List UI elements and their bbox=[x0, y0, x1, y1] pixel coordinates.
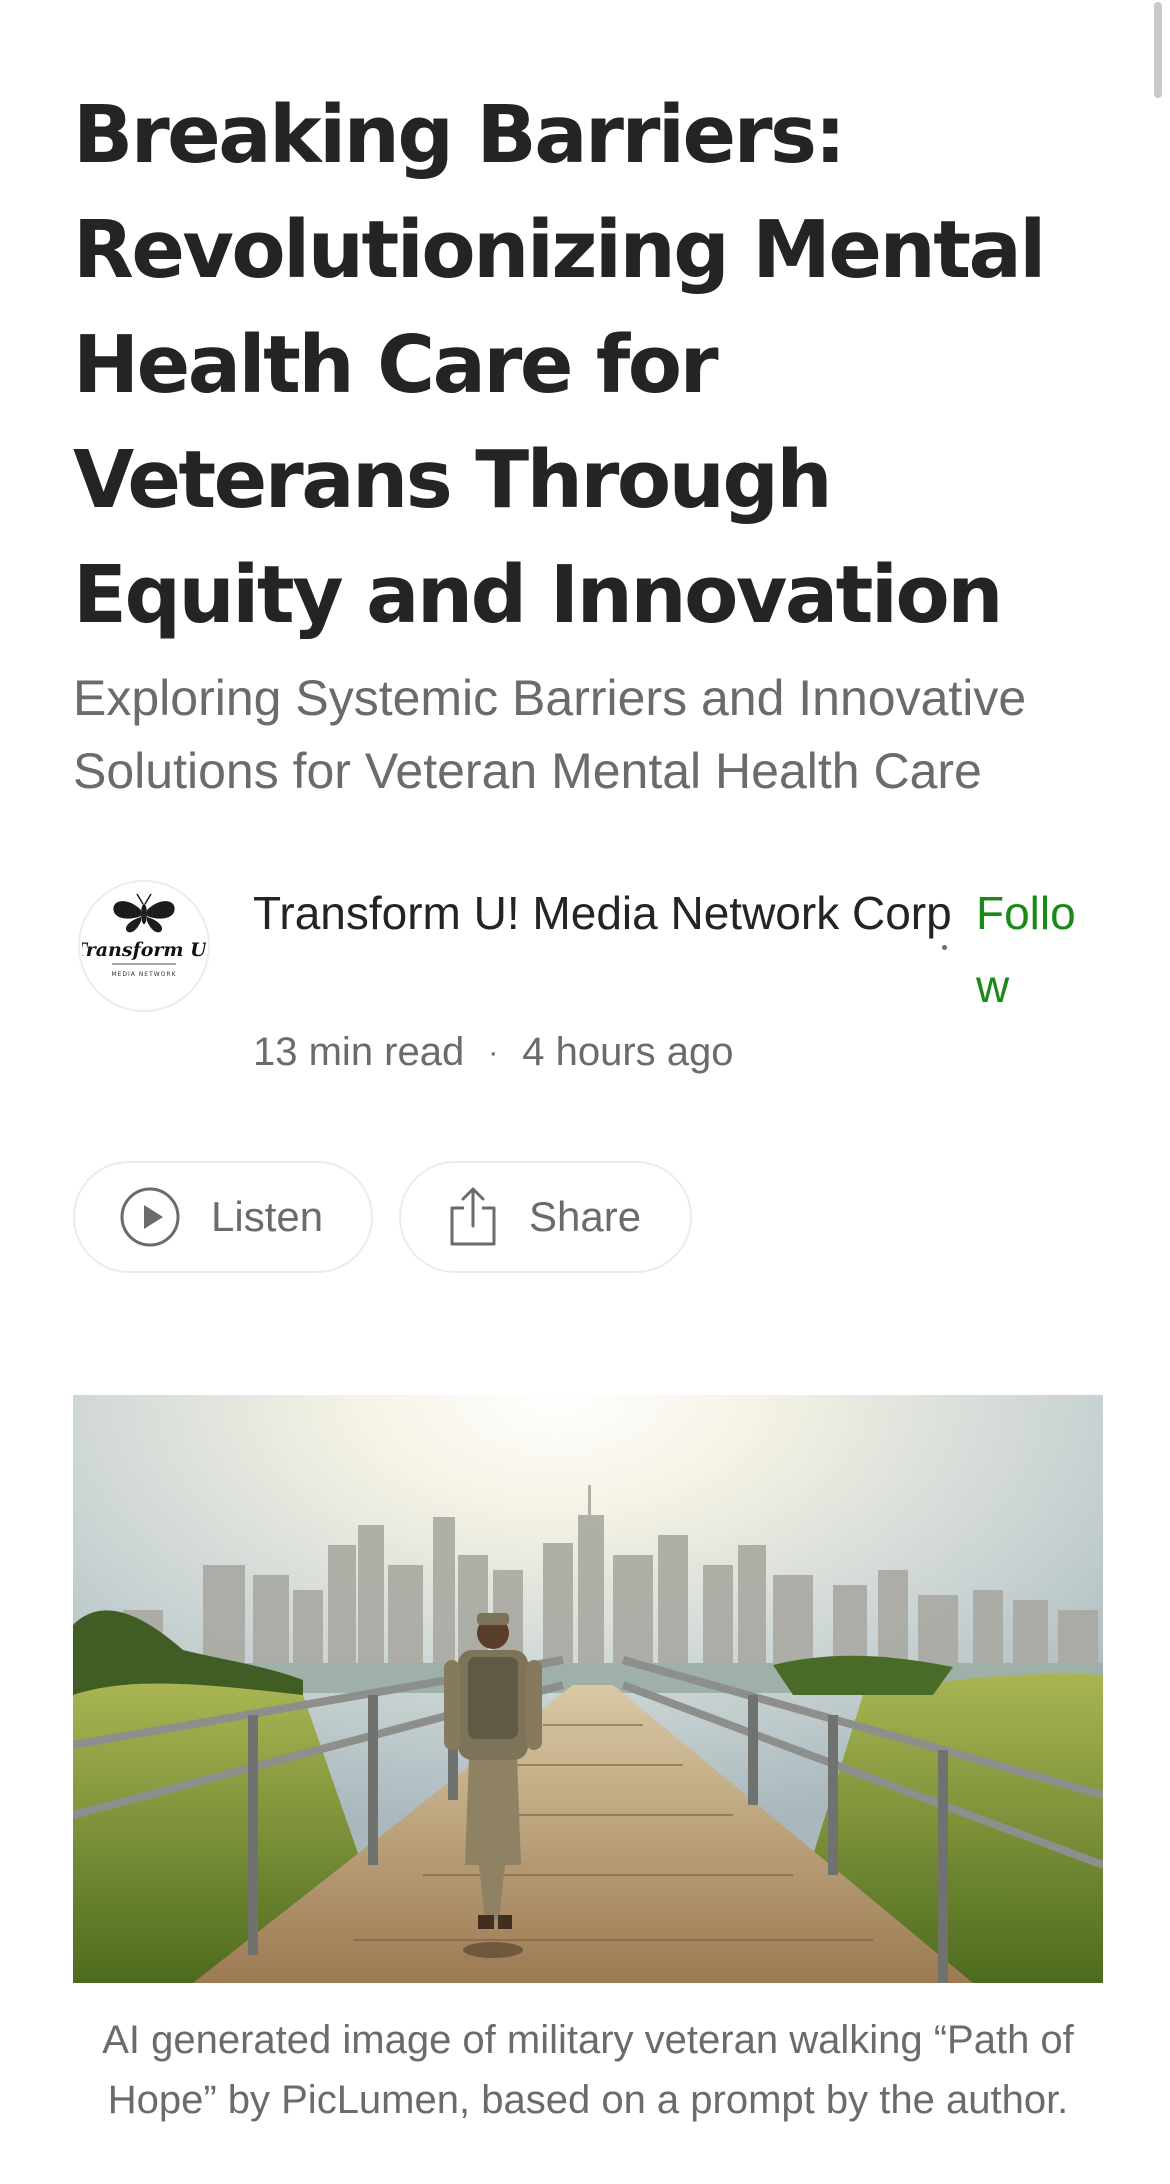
page-scrollbar[interactable] bbox=[1154, 2, 1162, 98]
follow-button[interactable]: Follow bbox=[976, 877, 1096, 1023]
published-time: 4 hours ago bbox=[522, 1030, 734, 1074]
author-name[interactable]: Transform U! Media Network Corp bbox=[253, 877, 953, 950]
veteran-boardwalk-illustration bbox=[73, 1395, 1103, 1983]
listen-button[interactable]: Listen bbox=[73, 1161, 373, 1273]
author-follow-separator bbox=[942, 945, 947, 950]
article-subtitle: Exploring Systemic Barriers and Innovati… bbox=[73, 670, 1027, 799]
hero-image[interactable] bbox=[73, 1395, 1103, 1983]
share-label: Share bbox=[529, 1193, 642, 1240]
article-title: Breaking Barriers: Revolutionizing Menta… bbox=[73, 89, 1046, 641]
listen-label: Listen bbox=[211, 1193, 324, 1240]
avatar-logo-subtext: MEDIA NETWORK bbox=[111, 971, 176, 978]
image-caption: AI generated image of military veteran w… bbox=[102, 2018, 1074, 2122]
read-time: 13 min read bbox=[253, 1030, 465, 1074]
avatar-logo-text: Transform U! bbox=[82, 939, 206, 961]
share-button[interactable]: Share bbox=[399, 1161, 692, 1273]
author-avatar[interactable]: Transform U! MEDIA NETWORK bbox=[78, 880, 210, 1012]
article-meta: 13 min read · 4 hours ago bbox=[253, 1030, 734, 1075]
play-circle-icon bbox=[119, 1186, 181, 1248]
meta-separator: · bbox=[488, 1035, 499, 1069]
share-upload-icon bbox=[447, 1186, 499, 1248]
transform-u-logo: Transform U! MEDIA NETWORK bbox=[82, 893, 206, 978]
